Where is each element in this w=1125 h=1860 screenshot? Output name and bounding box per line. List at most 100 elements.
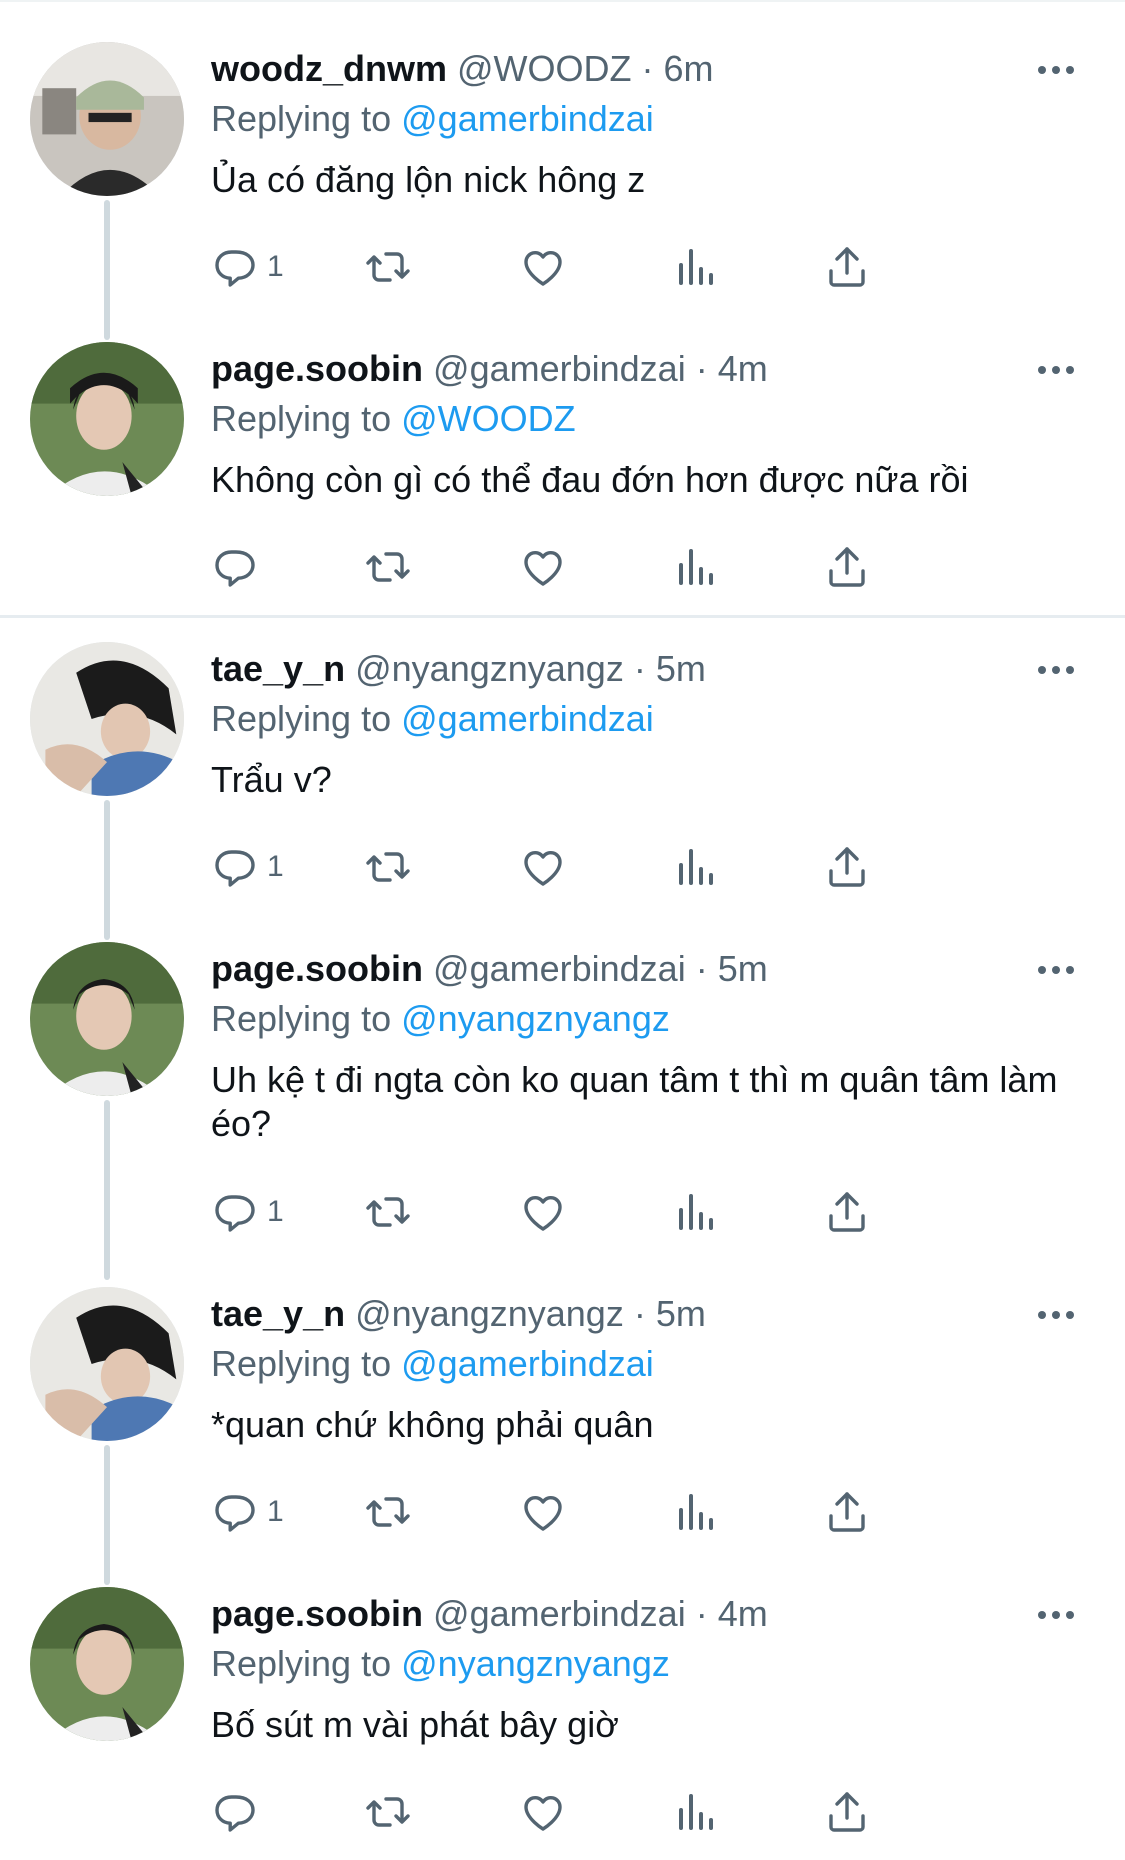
analytics-icon <box>671 1188 719 1236</box>
share-button[interactable] <box>823 537 871 597</box>
more-icon[interactable] <box>1031 52 1081 88</box>
analytics-icon <box>671 1788 719 1836</box>
reply-button[interactable]: 1 <box>211 1182 284 1242</box>
timestamp[interactable]: · 4m <box>696 1593 768 1634</box>
user-handle[interactable]: @gamerbindzai <box>433 1593 686 1634</box>
replying-to: Replying to @gamerbindzai <box>211 696 654 742</box>
retweet-button[interactable] <box>364 1482 412 1542</box>
tweet-text: *quan chứ không phải quân <box>211 1404 654 1445</box>
replying-to-link[interactable]: @gamerbindzai <box>401 698 654 739</box>
replying-to-link[interactable]: @nyangznyangz <box>401 1643 670 1684</box>
tweet[interactable]: tae_y_n @nyangznyangz · 5m Replying to @… <box>0 600 1125 890</box>
retweet-button[interactable] <box>364 537 412 597</box>
analytics-button[interactable] <box>671 837 719 897</box>
reply-button[interactable] <box>211 537 267 597</box>
avatar[interactable] <box>30 942 184 1096</box>
replying-prefix: Replying to <box>211 1643 392 1684</box>
analytics-button[interactable] <box>671 1782 719 1842</box>
reply-button[interactable]: 1 <box>211 237 284 297</box>
soobin-avatar-image <box>30 942 184 1096</box>
like-icon <box>519 1788 567 1836</box>
more-icon[interactable] <box>1031 352 1081 388</box>
share-button[interactable] <box>823 1182 871 1242</box>
soobin-avatar-image <box>30 342 184 496</box>
analytics-icon <box>671 543 719 591</box>
tweet[interactable]: page.soobin @gamerbindzai · 4m Replying … <box>0 300 1125 590</box>
reply-button[interactable] <box>211 1782 267 1842</box>
user-handle[interactable]: @WOODZ <box>457 48 632 89</box>
display-name[interactable]: tae_y_n <box>211 1293 345 1334</box>
reply-button[interactable]: 1 <box>211 1482 284 1542</box>
retweet-button[interactable] <box>364 837 412 897</box>
tweet-header: page.soobin @gamerbindzai · 4m <box>211 346 768 396</box>
user-handle[interactable]: @nyangznyangz <box>355 648 624 689</box>
tweet[interactable]: page.soobin @gamerbindzai · 5m Replying … <box>0 900 1125 1245</box>
replying-prefix: Replying to <box>211 698 392 739</box>
avatar[interactable] <box>30 342 184 496</box>
tweet[interactable]: page.soobin @gamerbindzai · 4m Replying … <box>0 1545 1125 1860</box>
user-handle[interactable]: @gamerbindzai <box>433 948 686 989</box>
like-button[interactable] <box>519 1482 567 1542</box>
analytics-button[interactable] <box>671 537 719 597</box>
analytics-button[interactable] <box>671 1482 719 1542</box>
user-handle[interactable]: @gamerbindzai <box>433 348 686 389</box>
tweet-header: tae_y_n @nyangznyangz · 5m <box>211 1291 706 1341</box>
reply-button[interactable]: 1 <box>211 837 284 897</box>
action-bar <box>211 537 1011 597</box>
tweet-header: woodz_dnwm @WOODZ · 6m <box>211 46 714 96</box>
display-name[interactable]: page.soobin <box>211 1593 423 1634</box>
retweet-icon <box>364 1488 412 1536</box>
tweet[interactable]: woodz_dnwm @WOODZ · 6m Replying to @game… <box>0 0 1125 290</box>
replying-to: Replying to @WOODZ <box>211 396 576 442</box>
retweet-button[interactable] <box>364 1782 412 1842</box>
more-icon[interactable] <box>1031 1297 1081 1333</box>
replying-to-link[interactable]: @WOODZ <box>401 398 576 439</box>
timestamp[interactable]: · 6m <box>642 48 714 89</box>
display-name[interactable]: page.soobin <box>211 948 423 989</box>
replying-to-link[interactable]: @gamerbindzai <box>401 1343 654 1384</box>
display-name[interactable]: tae_y_n <box>211 648 345 689</box>
woodz-avatar-image <box>30 42 184 196</box>
display-name[interactable]: page.soobin <box>211 348 423 389</box>
replying-to: Replying to @gamerbindzai <box>211 96 654 142</box>
like-button[interactable] <box>519 837 567 897</box>
more-icon[interactable] <box>1031 952 1081 988</box>
more-icon[interactable] <box>1031 1597 1081 1633</box>
like-button[interactable] <box>519 537 567 597</box>
share-button[interactable] <box>823 1482 871 1542</box>
display-name[interactable]: woodz_dnwm <box>211 48 447 89</box>
reply-icon <box>211 1188 259 1236</box>
tweet[interactable]: tae_y_n @nyangznyangz · 5m Replying to @… <box>0 1245 1125 1535</box>
timestamp[interactable]: · 5m <box>634 1293 706 1334</box>
timestamp[interactable]: · 5m <box>634 648 706 689</box>
share-button[interactable] <box>823 1782 871 1842</box>
action-bar: 1 <box>211 237 1011 297</box>
more-icon[interactable] <box>1031 652 1081 688</box>
share-icon <box>823 1788 871 1836</box>
share-icon <box>823 1188 871 1236</box>
retweet-icon <box>364 843 412 891</box>
like-button[interactable] <box>519 1782 567 1842</box>
avatar[interactable] <box>30 642 184 796</box>
avatar[interactable] <box>30 1287 184 1441</box>
share-button[interactable] <box>823 237 871 297</box>
replying-to: Replying to @gamerbindzai <box>211 1341 654 1387</box>
timestamp[interactable]: · 4m <box>696 348 768 389</box>
analytics-icon <box>671 243 719 291</box>
tweet-text: Không còn gì có thể đau đớn hơn được nữa… <box>211 459 969 500</box>
analytics-button[interactable] <box>671 1182 719 1242</box>
avatar[interactable] <box>30 1587 184 1741</box>
analytics-button[interactable] <box>671 237 719 297</box>
replying-to-link[interactable]: @gamerbindzai <box>401 98 654 139</box>
timestamp[interactable]: · 5m <box>696 948 768 989</box>
replying-prefix: Replying to <box>211 398 392 439</box>
user-handle[interactable]: @nyangznyangz <box>355 1293 624 1334</box>
avatar[interactable] <box>30 42 184 196</box>
like-button[interactable] <box>519 1182 567 1242</box>
share-button[interactable] <box>823 837 871 897</box>
retweet-button[interactable] <box>364 237 412 297</box>
like-button[interactable] <box>519 237 567 297</box>
replying-to-link[interactable]: @nyangznyangz <box>401 998 670 1039</box>
retweet-button[interactable] <box>364 1182 412 1242</box>
analytics-icon <box>671 843 719 891</box>
